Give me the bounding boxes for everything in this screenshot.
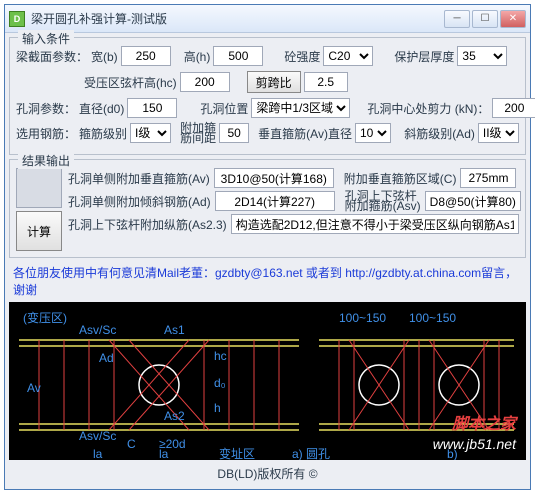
cad-diagram: (变压区)Asv/Sc As1Ad AvAs2 Asv/ScC ≥20dla 变… — [9, 302, 526, 460]
ad-label: 孔洞单侧附加倾斜钢筋(Ad) — [68, 193, 211, 210]
feedback-note: 各位朋友使用中有何意见清Mail老董：gzdbty@163.net 或者到 ht… — [9, 262, 526, 300]
input-group-title: 输入条件 — [18, 30, 74, 47]
output-group-title: 结果输出 — [18, 152, 74, 169]
ad-output[interactable] — [215, 191, 335, 211]
comp-label: 受压区弦杆高(hc) — [84, 74, 177, 91]
close-button[interactable]: ✕ — [500, 10, 526, 28]
svg-text:hc: hc — [214, 349, 227, 363]
height-label: 高(h) — [184, 48, 211, 65]
output-groupbox: 结果输出 计算 孔洞单侧附加垂直箍筋(Av) 附加垂直箍筋区域(C) 孔洞单侧附… — [9, 159, 526, 258]
asv-label: 孔洞上下弦杆附加箍筋(Asv) — [345, 191, 421, 211]
c-label: 附加垂直箍筋区域(C) — [344, 170, 457, 187]
dia-label: 直径(d0) — [79, 100, 124, 117]
cover-select[interactable]: 35 — [457, 46, 507, 66]
window-title: 梁开圆孔补强计算-测试版 — [31, 10, 444, 27]
svg-text:la: la — [93, 447, 103, 460]
pos-select[interactable]: 梁跨中1/3区域 — [251, 98, 350, 118]
svg-text:变址区: 变址区 — [219, 446, 255, 460]
svg-text:C: C — [127, 437, 136, 451]
asv-output[interactable] — [425, 191, 521, 211]
svg-text:As1: As1 — [164, 323, 185, 337]
steel-label: 选用钢筋： — [16, 125, 76, 142]
stirrup-grade-label: 箍筋级别 — [79, 125, 127, 142]
as-label: 孔洞上下弦杆附加纵筋(As2.3) — [68, 216, 227, 233]
app-window: D 梁开圆孔补强计算-测试版 ─ ☐ ✕ 输入条件 梁截面参数： 宽(b) 高(… — [4, 4, 531, 490]
concrete-select[interactable]: C20 — [323, 46, 373, 66]
shear-input[interactable] — [492, 98, 535, 118]
titlebar: D 梁开圆孔补强计算-测试版 ─ ☐ ✕ — [5, 5, 530, 33]
content-area: 输入条件 梁截面参数： 宽(b) 高(h) 砼强度 C20 保护层厚度 35 受… — [5, 33, 530, 489]
height-input[interactable] — [213, 46, 263, 66]
svg-text:100~150: 100~150 — [409, 311, 456, 325]
svg-text:a) 圆孔: a) 圆孔 — [292, 447, 330, 460]
vert-dia-select[interactable]: 10 — [355, 123, 391, 143]
svg-text:d₀: d₀ — [214, 376, 226, 390]
window-buttons: ─ ☐ ✕ — [444, 10, 526, 28]
vert-dia-label: 垂直箍筋(Av)直径 — [258, 125, 352, 142]
shear-ratio-input[interactable] — [304, 72, 348, 92]
svg-text:Asv/Sc: Asv/Sc — [79, 323, 116, 337]
svg-text:Av: Av — [27, 381, 41, 395]
input-groupbox: 输入条件 梁截面参数： 宽(b) 高(h) 砼强度 C20 保护层厚度 35 受… — [9, 37, 526, 155]
dia-input[interactable] — [127, 98, 177, 118]
app-icon: D — [9, 11, 25, 27]
watermark-url: www.jb51.net — [433, 436, 516, 452]
av-output[interactable] — [214, 168, 334, 188]
section-label: 梁截面参数： — [16, 48, 88, 65]
width-label: 宽(b) — [91, 48, 118, 65]
svg-text:As2: As2 — [164, 409, 185, 423]
concrete-label: 砼强度 — [284, 48, 320, 65]
c-output[interactable] — [460, 168, 516, 188]
stirrup-spacing-label: 附加箍筋间距 — [180, 123, 216, 143]
diag-grade-label: 斜筋级别(Ad) — [404, 125, 475, 142]
stirrup-grade-select[interactable]: I级 — [130, 123, 171, 143]
shear-ratio-button[interactable]: 剪跨比 — [247, 71, 301, 93]
svg-text:Asv/Sc: Asv/Sc — [79, 429, 116, 443]
svg-text:(变压区): (变压区) — [23, 310, 67, 325]
stirrup-spacing-input[interactable] — [219, 123, 249, 143]
watermark-brand: 脚本之家 — [452, 410, 516, 434]
comp-input[interactable] — [180, 72, 230, 92]
diagram-icon — [16, 168, 62, 208]
width-input[interactable] — [121, 46, 171, 66]
cover-label: 保护层厚度 — [394, 48, 454, 65]
svg-text:la: la — [159, 447, 169, 460]
pos-label: 孔洞位置 — [200, 100, 248, 117]
minimize-button[interactable]: ─ — [444, 10, 470, 28]
as-output[interactable] — [231, 214, 519, 234]
svg-text:h: h — [214, 401, 221, 415]
maximize-button[interactable]: ☐ — [472, 10, 498, 28]
diag-grade-select[interactable]: II级 — [478, 123, 519, 143]
svg-text:100~150: 100~150 — [339, 311, 386, 325]
svg-text:Ad: Ad — [99, 351, 114, 365]
copyright-footer: DB(LD)版权所有 © — [9, 462, 526, 485]
shear-label: 孔洞中心处剪力 (kN)： — [367, 100, 489, 117]
av-label: 孔洞单侧附加垂直箍筋(Av) — [68, 170, 210, 187]
calculate-button[interactable]: 计算 — [16, 211, 62, 251]
hole-label: 孔洞参数： — [16, 100, 76, 117]
